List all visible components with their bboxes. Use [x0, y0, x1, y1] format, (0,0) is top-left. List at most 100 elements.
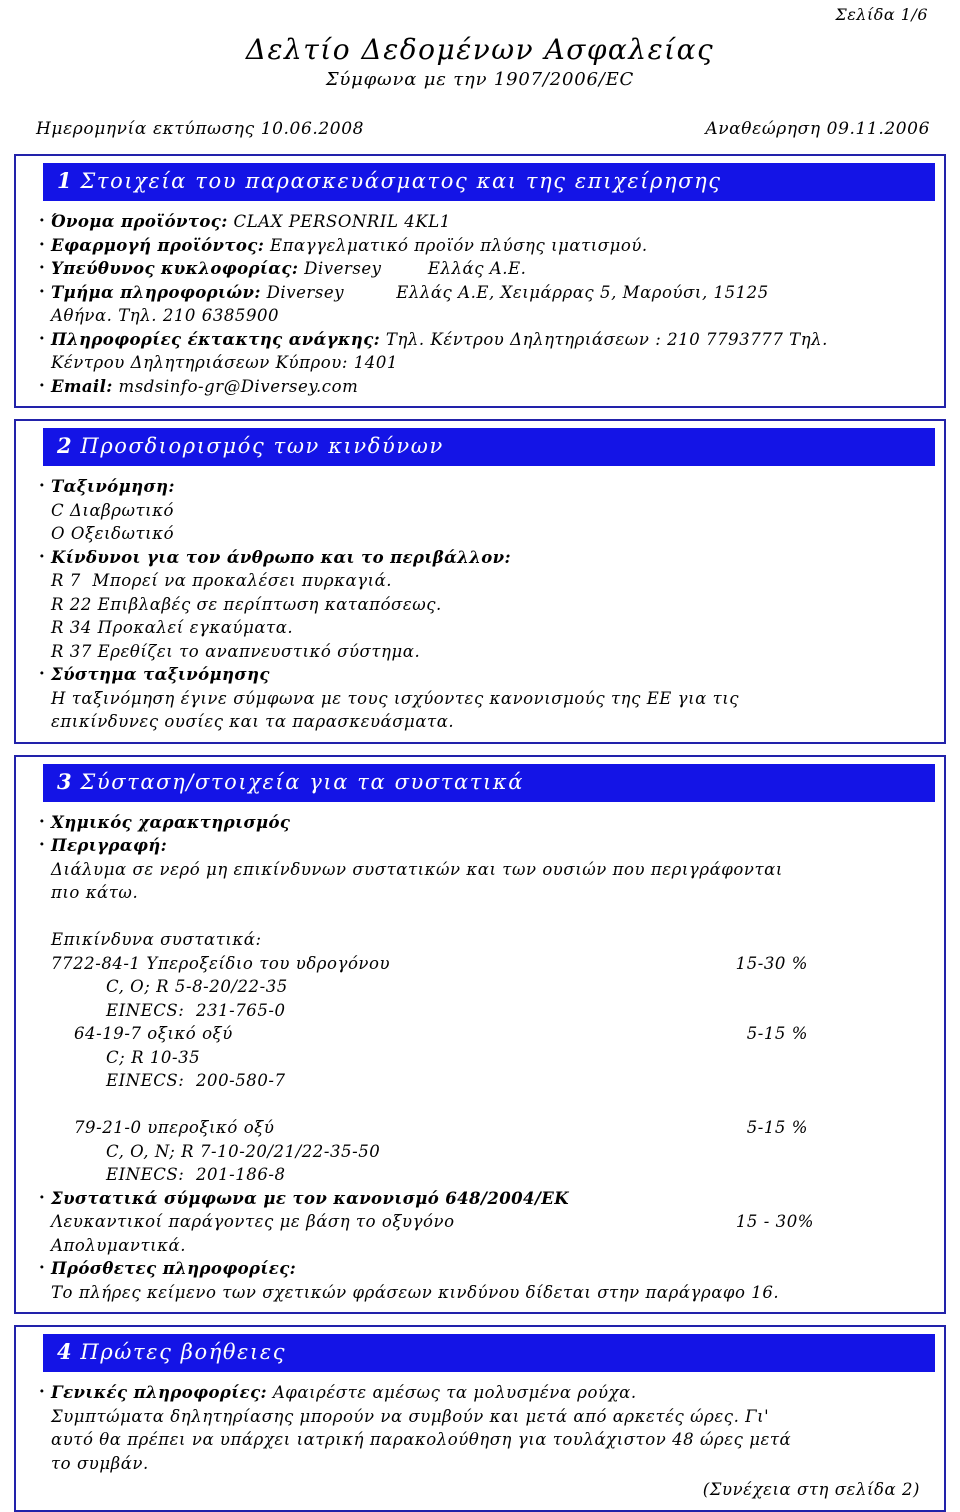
regulation-row: Λευκαντικοί παράγοντες με βάση το οξυγόν…	[38, 1210, 924, 1234]
description-label: Περιγραφή:	[51, 836, 168, 855]
additional-info-text: Το πλήρες κείμενο των σχετικών φράσεων κ…	[51, 1282, 780, 1302]
general-info-label: Γενικές πληροφορίες:	[51, 1383, 268, 1402]
classification-system-label: Σύστημα ταξινόμησης	[51, 665, 270, 684]
row-general-info: Γενικές πληροφορίες: Αφαιρέστε αμέσως τα…	[38, 1380, 924, 1405]
row-additional-label: Πρόσθετες πληροφορίες:	[38, 1256, 924, 1281]
page-number: Σελίδα 1/6	[835, 5, 928, 24]
section-3-title: Σύσταση/στοιχεία για τα συστατικά	[80, 769, 525, 794]
document-page: Σελίδα 1/6 Δελτίο Δεδομένων Ασφαλείας Σύ…	[0, 0, 960, 1512]
component-spacer	[274, 1116, 746, 1140]
product-name-label: Όνομα προϊόντος:	[51, 212, 228, 231]
row-hazards-label: Κίνδυνοι για τον άνθρωπο και το περιβάλλ…	[38, 545, 924, 570]
component-einecs: EINECS: 201-186-8	[106, 1165, 286, 1184]
document-subtitle: Σύμφωνα με την 1907/2006/EC	[325, 69, 635, 90]
additional-info-label: Πρόσθετες πληροφορίες:	[51, 1259, 297, 1278]
component-einecs: EINECS: 200-580-7	[106, 1071, 286, 1090]
component-spacer	[390, 952, 736, 976]
document-meta-row: Ημερομηνία εκτύπωσης 10.06.2008 Αναθεώρη…	[14, 118, 946, 140]
classification-system-line1: Η ταξινόμηση έγινε σύμφωνα με τους ισχύο…	[51, 688, 740, 708]
component-spacer	[233, 1022, 747, 1046]
section-1-body: Όνομα προϊόντος: CLAX PERSONRIL 4KL1 Εφα…	[16, 201, 944, 398]
row-description-label: Περιγραφή:	[38, 833, 924, 858]
supplier-value: Diversey Ελλάς Α.Ε.	[298, 259, 527, 278]
hazard-phrase: R 22 Επιβλαβές σε περίπτωση καταπόσεως.	[51, 594, 442, 614]
application-label: Εφαρμογή προϊόντος:	[51, 235, 265, 255]
description-line2: πιο κάτω.	[51, 883, 139, 902]
section-3-number: 3	[57, 768, 73, 794]
regulation-amount: 15 - 30%	[735, 1212, 814, 1231]
regulation-item-2: Απολυμαντικά.	[51, 1235, 187, 1255]
component-row: 64-19-7 οξικό οξύ 5-15 %	[38, 1022, 924, 1046]
section-2-title: Προσδιορισμός των κινδύνων	[80, 434, 444, 458]
section-2-number: 2	[57, 433, 73, 458]
regulation-item: Λευκαντικοί παράγοντες με βάση το οξυγόν…	[51, 1212, 455, 1231]
continuation-note: (Συνέχεια στη σελίδα 2)	[702, 1480, 920, 1499]
section-4-number: 4	[57, 1339, 73, 1364]
hazard-phrase: R 7 Μπορεί να προκαλέσει πυρκαγιά.	[51, 571, 393, 590]
section-2-body: Ταξινόμηση: C Διαβρωτικό O Οξειδωτικό Κί…	[16, 466, 944, 734]
general-info-line1: Συμπτώματα δηλητηρίασης μπορούν να συμβο…	[51, 1406, 770, 1426]
section-1-number: 1	[57, 168, 73, 193]
chemical-characterization-label: Χημικός χαρακτηρισμός	[51, 812, 291, 832]
document-title: Δελτίο Δεδομένων Ασφαλείας	[245, 33, 715, 66]
section-4-title: Πρώτες βοήθειες	[80, 1340, 287, 1364]
component-classification: C; R 10-35	[106, 1047, 201, 1067]
row-info-dept: Τμήμα πληροφοριών: Diversey Ελλάς Α.Ε, Χ…	[38, 280, 924, 305]
row-classification-label: Ταξινόμηση:	[38, 474, 924, 499]
row-emergency: Πληροφορίες έκτακτης ανάγκης: Τηλ. Κέντρ…	[38, 327, 924, 352]
row-product-name: Όνομα προϊόντος: CLAX PERSONRIL 4KL1	[38, 209, 924, 234]
hazard-phrase: R 37 Ερεθίζει το αναπνευστικό σύστημα.	[51, 641, 421, 661]
component-cas-name: 64-19-7 οξικό οξύ	[74, 1024, 233, 1043]
revision-date: Αναθεώρηση 09.11.2006	[705, 119, 930, 139]
general-info-line2: αυτό θα πρέπει να υπάρχει ιατρική παρακο…	[51, 1430, 792, 1449]
product-name-value: CLAX PERSONRIL 4KL1	[227, 212, 451, 231]
section-4: 4 Πρώτες βοήθειες Γενικές πληροφορίες: Α…	[14, 1325, 946, 1512]
component-row: 79-21-0 υπεροξικό οξύ 5-15 %	[38, 1116, 924, 1140]
row-email: Email: msdsinfo-gr@Diversey.com	[38, 374, 924, 399]
section-2: 2 Προσδιορισμός των κινδύνων Ταξινόμηση:…	[14, 419, 946, 744]
application-value: Επαγγελματικό προϊόν πλύσης ιματισμού.	[264, 235, 648, 255]
hazards-label: Κίνδυνοι για τον άνθρωπο και το περιβάλλ…	[51, 547, 511, 567]
section-4-header: 4 Πρώτες βοήθειες	[43, 1334, 935, 1372]
section-3-header: 3 Σύσταση/στοιχεία για τα συστατικά	[43, 763, 935, 802]
row-regulation-label: Συστατικά σύμφωνα με τον κανονισμό 648/2…	[38, 1186, 924, 1211]
row-application: Εφαρμογή προϊόντος: Επαγγελματικό προϊόν…	[38, 233, 924, 258]
component-amount: 5-15 %	[746, 1118, 808, 1137]
description-line1: Διάλυμα σε νερό μη επικίνδυνων συστατικώ…	[51, 859, 783, 879]
component-row: 7722-84-1 Υπεροξείδιο του υδρογόνου 15-3…	[38, 952, 924, 976]
component-amount: 5-15 %	[746, 1024, 808, 1043]
classification-system-line2: επικίνδυνες ουσίες και τα παρασκευάσματα…	[51, 712, 455, 731]
email-label: Email:	[51, 376, 113, 396]
section-1: 1 Στοιχεία του παρασκευάσματος και της ε…	[14, 154, 946, 408]
regulation-648-label: Συστατικά σύμφωνα με τον κανονισμό 648/2…	[51, 1188, 570, 1208]
component-classification: C, O; R 5-8-20/22-35	[106, 977, 288, 996]
classification-item: O Οξειδωτικό	[51, 524, 175, 543]
section-1-title: Στοιχεία του παρασκευάσματος και της επι…	[80, 169, 722, 193]
general-info-value: Αφαιρέστε αμέσως τα μολυσμένα ρούχα.	[267, 1383, 637, 1402]
hazardous-components-heading: Επικίνδυνα συστατικά:	[51, 930, 262, 949]
component-amount: 15-30 %	[735, 953, 808, 973]
component-einecs: EINECS: 231-765-0	[106, 1000, 286, 1020]
info-dept-value-line2: Αθήνα. Τηλ. 210 6385900	[51, 306, 280, 325]
classification-item: C Διαβρωτικό	[51, 500, 175, 520]
section-1-header: 1 Στοιχεία του παρασκευάσματος και της ε…	[43, 163, 935, 201]
section-3: 3 Σύσταση/στοιχεία για τα συστατικά Χημι…	[14, 754, 946, 1314]
general-info-line3: το συμβάν.	[51, 1453, 149, 1473]
info-dept-label: Τμήμα πληροφοριών:	[51, 282, 261, 302]
row-supplier: Υπεύθυνος κυκλοφορίας: Diversey Ελλάς Α.…	[38, 256, 924, 281]
print-date: Ημερομηνία εκτύπωσης 10.06.2008	[36, 119, 365, 139]
component-cas-name: 7722-84-1 Υπεροξείδιο του υδρογόνου	[51, 953, 391, 973]
info-dept-value: Diversey Ελλάς Α.Ε, Χειμάρρας 5, Μαρούσι…	[260, 282, 769, 302]
emergency-label: Πληροφορίες έκτακτης ανάγκης:	[51, 329, 381, 349]
emergency-value-line2: Κέντρου Δηλητηριάσεων Κύπρου: 1401	[51, 353, 398, 372]
supplier-label: Υπεύθυνος κυκλοφορίας:	[51, 259, 299, 278]
regulation-spacer	[455, 1210, 736, 1234]
emergency-value: Τηλ. Κέντρου Δηλητηριάσεων : 210 7793777…	[380, 329, 828, 349]
email-value: msdsinfo-gr@Diversey.com	[112, 376, 359, 396]
row-chemical-label: Χημικός χαρακτηρισμός	[38, 810, 924, 835]
component-cas-name: 79-21-0 υπεροξικό οξύ	[74, 1118, 275, 1137]
hazard-phrase: R 34 Προκαλεί εγκαύματα.	[51, 618, 294, 637]
component-classification: C, O, N; R 7-10-20/21/22-35-50	[106, 1141, 381, 1161]
